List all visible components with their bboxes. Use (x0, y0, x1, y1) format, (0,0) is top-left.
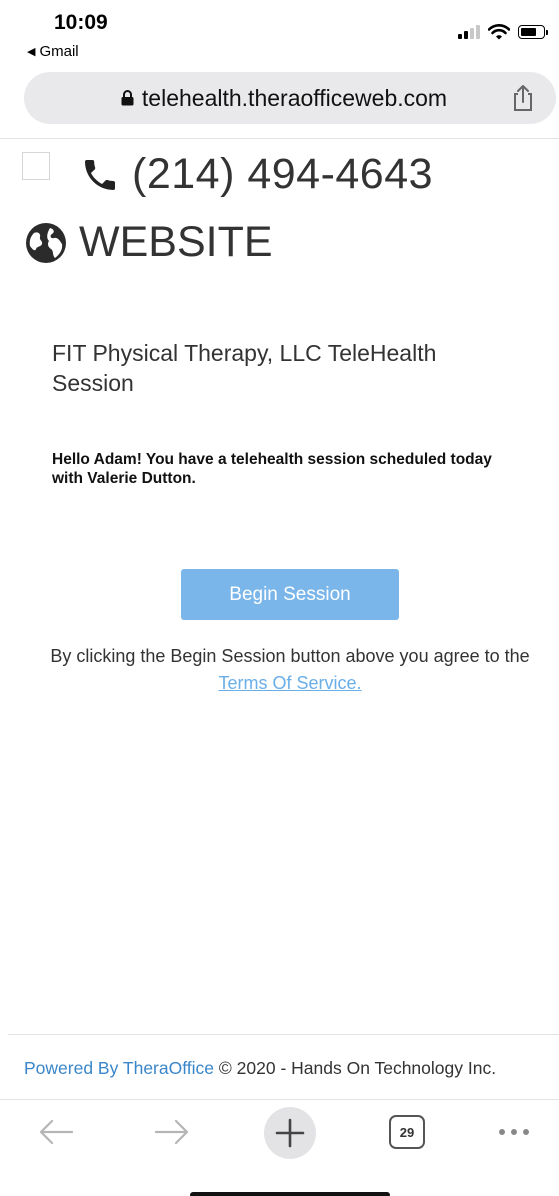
dot-icon (511, 1129, 517, 1135)
divider (8, 1034, 559, 1035)
copyright-text: © 2020 - Hands On Technology Inc. (218, 1058, 497, 1078)
forward-button[interactable] (148, 1110, 196, 1154)
phone-link[interactable]: (214) 494-4643 (80, 150, 433, 199)
url-text: telehealth.theraofficeweb.com (141, 84, 448, 111)
terms-notice: By clicking the Begin Session button abo… (40, 643, 540, 697)
status-time: 10:09 (54, 11, 108, 34)
globe-icon (26, 222, 66, 263)
phone-number: (214) 494-4643 (132, 150, 434, 198)
cellular-signal-icon (458, 25, 480, 39)
back-to-app-link[interactable]: ◀ Gmail (27, 43, 79, 60)
address-bar[interactable]: telehealth.theraofficeweb.com (24, 72, 556, 124)
home-indicator (190, 1192, 390, 1196)
checkbox[interactable] (22, 152, 50, 180)
begin-session-button[interactable]: Begin Session (181, 569, 399, 620)
theraoffice-link[interactable]: Powered By TheraOffice (24, 1058, 214, 1078)
arrow-right-icon (154, 1119, 189, 1145)
terms-notice-text: By clicking the Begin Session button abo… (50, 646, 530, 666)
dot-icon (499, 1129, 505, 1135)
wifi-icon (488, 24, 510, 40)
website-link[interactable]: WEBSITE (25, 218, 273, 267)
browser-toolbar: 29 (0, 1100, 559, 1164)
session-title: FIT Physical Therapy, LLC TeleHealth Ses… (52, 340, 437, 396)
status-bar: 10:09 ◀ Gmail (0, 0, 559, 64)
tab-switcher-button[interactable]: 29 (389, 1115, 425, 1149)
plus-icon (275, 1118, 305, 1148)
more-menu-button[interactable] (490, 1114, 538, 1150)
footer: Powered By TheraOffice © 2020 - Hands On… (24, 1058, 496, 1079)
battery-icon (518, 25, 548, 39)
arrow-left-icon (39, 1119, 74, 1145)
lock-icon (121, 90, 134, 106)
share-icon[interactable] (510, 84, 536, 112)
new-tab-button[interactable] (264, 1107, 316, 1159)
phone-icon (85, 159, 115, 190)
greeting-text: Hello Adam! You have a telehealth sessio… (52, 451, 492, 487)
status-icons (458, 24, 548, 40)
website-label: WEBSITE (79, 218, 273, 266)
divider (0, 138, 559, 139)
back-button[interactable] (32, 1110, 80, 1154)
page: 10:09 ◀ Gmail telehealth.theraofficeweb.… (0, 0, 559, 1196)
back-app-label: Gmail (39, 43, 79, 60)
back-triangle-icon: ◀ (27, 46, 36, 58)
terms-of-service-link[interactable]: Terms Of Service. (218, 673, 361, 693)
dot-icon (523, 1129, 529, 1135)
